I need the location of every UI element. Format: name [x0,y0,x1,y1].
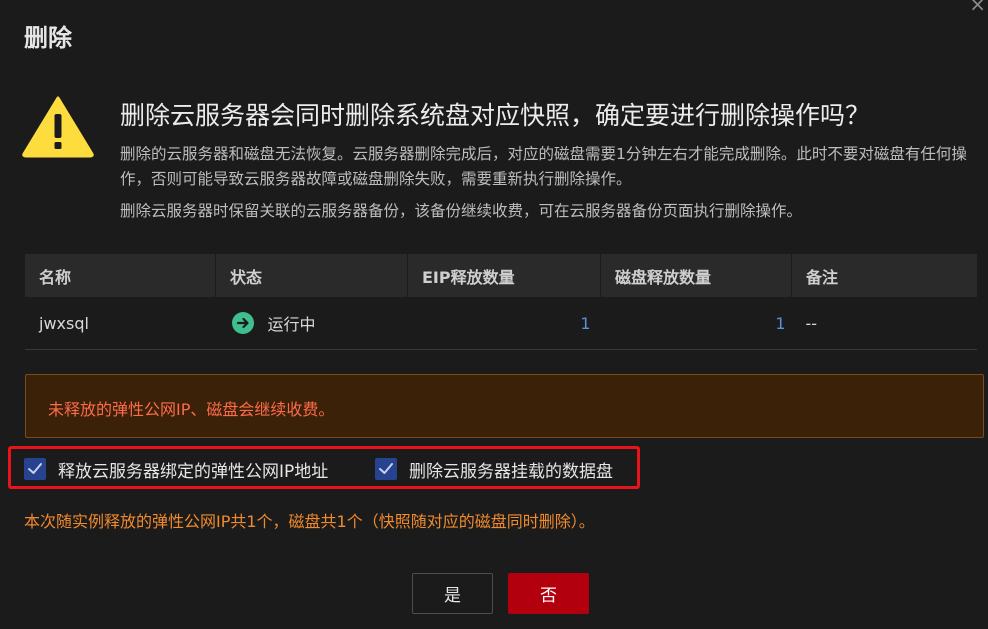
cell-disk-count: 1 [600,297,792,350]
column-header-eip-count: EIP释放数量 [407,254,601,297]
checkmark-icon[interactable] [375,458,397,480]
cell-note: -- [791,297,977,350]
server-table: 名称 状态 EIP释放数量 磁盘释放数量 备注 jwxsql 运行中 1 1 -… [25,254,977,350]
release-eip-checkbox[interactable]: 释放云服务器绑定的弹性公网IP地址 [24,457,329,482]
release-eip-label: 释放云服务器绑定的弹性公网IP地址 [58,461,329,482]
release-summary: 本次随实例释放的弹性公网IP共1个，磁盘共1个（快照随对应的磁盘同时删除）。 [24,512,595,531]
dialog-title: 删除 [24,24,72,52]
alert-text: 未释放的弹性公网IP、磁盘会继续收费。 [48,400,335,419]
billing-alert: 未释放的弹性公网IP、磁盘会继续收费。 [25,374,984,438]
checkmark-icon[interactable] [24,458,46,480]
description-paragraph-2: 删除云服务器时保留关联的云服务器备份，该备份继续收费，可在云服务器备份页面执行删… [120,202,803,220]
status-label: 运行中 [267,315,316,334]
description-paragraph-1: 删除的云服务器和磁盘无法恢复。云服务器删除完成后，对应的磁盘需要1分钟左右才能完… [120,145,967,188]
delete-disks-label: 删除云服务器挂载的数据盘 [409,461,613,482]
warning-triangle-icon [22,96,94,158]
running-status-icon [231,312,254,334]
column-header-status: 状态 [215,254,408,297]
column-header-name: 名称 [25,254,216,297]
no-button[interactable]: 否 [508,573,589,614]
confirm-heading: 删除云服务器会同时删除系统盘对应快照，确定要进行删除操作吗？ [120,101,871,130]
column-header-note: 备注 [791,254,977,297]
column-header-disk-count: 磁盘释放数量 [600,254,792,297]
delete-dialog: 删除 × 删除云服务器会同时删除系统盘对应快照，确定要进行删除操作吗？ 删除的云… [0,0,988,629]
yes-button[interactable]: 是 [412,573,493,614]
dialog-description: 删除的云服务器和磁盘无法恢复。云服务器删除完成后，对应的磁盘需要1分钟左右才能完… [120,142,980,224]
delete-disks-checkbox[interactable]: 删除云服务器挂载的数据盘 [375,457,613,482]
close-icon[interactable]: × [969,0,986,16]
table-header-row: 名称 状态 EIP释放数量 磁盘释放数量 备注 [25,254,977,297]
table-row: jwxsql 运行中 1 1 -- [25,297,977,350]
cell-name: jwxsql [25,297,216,350]
cell-status: 运行中 [215,297,408,350]
cell-eip-count: 1 [407,297,601,350]
